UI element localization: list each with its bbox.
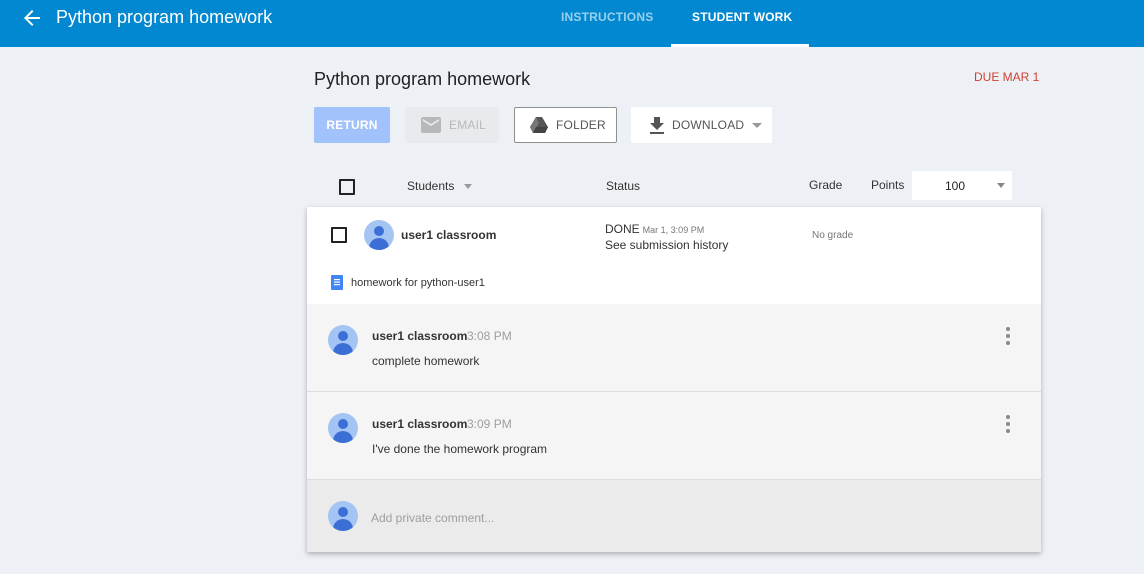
students-column-header[interactable]: Students [407,179,472,193]
tab-instructions[interactable]: INSTRUCTIONS [561,10,653,24]
download-icon [650,116,664,134]
avatar [328,325,358,355]
comment-item: user1 classroom 3:08 PM complete homewor… [307,304,1041,392]
due-date: DUE MAR 1 [974,70,1040,84]
points-label: Points [871,178,905,192]
status-label: DONE [605,222,640,236]
email-button[interactable]: EMAIL [405,107,499,143]
status-column-header: Status [606,179,641,193]
caret-down-icon [997,183,1005,188]
app-title: Python program homework [56,7,273,27]
avatar [328,413,358,443]
avatar [364,220,394,250]
add-comment-row [307,480,1041,552]
active-tab-indicator [671,44,809,47]
return-button-label: RETURN [326,118,378,132]
select-all-checkbox[interactable] [339,179,355,195]
comment-time: 3:08 PM [467,329,512,343]
grade-value[interactable]: No grade [812,230,853,241]
attachment-label: homework for python-user1 [351,276,485,289]
submission-history-link[interactable]: See submission history [605,238,728,252]
comment-author: user1 classroom [372,329,468,343]
private-comment-input[interactable] [371,508,991,528]
comment-time: 3:09 PM [467,417,512,431]
return-button[interactable]: RETURN [314,107,390,143]
download-button-label: DOWNLOAD [672,118,745,132]
page-title: Python program homework [314,69,531,89]
top-app-bar: Python program homework INSTRUCTIONS STU… [0,0,1144,47]
doc-icon [331,275,343,290]
student-checkbox[interactable] [331,227,347,243]
more-vert-icon[interactable] [1003,415,1013,433]
status-timestamp: Mar 1, 3:09 PM [642,225,705,235]
google-drive-icon [530,117,548,133]
more-vert-icon[interactable] [1003,327,1013,345]
sort-caret-icon [463,184,472,190]
download-button[interactable]: DOWNLOAD [631,107,772,143]
comment-text: complete homework [372,354,480,368]
folder-button-label: FOLDER [556,118,606,132]
arrow-back-icon[interactable] [20,6,44,30]
student-card: user1 classroom DONE Mar 1, 3:09 PM See s… [307,207,1041,552]
comment-item: user1 classroom 3:09 PM I've done the ho… [307,392,1041,480]
grade-column-header: Grade [809,178,843,192]
student-name[interactable]: user1 classroom [401,228,496,242]
status-done: DONE Mar 1, 3:09 PM [605,222,704,236]
folder-button[interactable]: FOLDER [514,107,617,143]
tab-student-work[interactable]: STUDENT WORK [692,10,792,24]
points-select[interactable]: 100 [912,171,1012,200]
comment-author: user1 classroom [372,417,468,431]
mail-icon [421,117,441,133]
points-value: 100 [945,179,966,193]
comment-text: I've done the homework program [372,442,548,456]
attachment-link[interactable]: homework for python-user1 [331,275,485,290]
caret-down-icon [752,122,763,128]
students-header-label: Students [407,179,455,193]
email-button-label: EMAIL [449,118,487,132]
avatar [328,501,358,531]
